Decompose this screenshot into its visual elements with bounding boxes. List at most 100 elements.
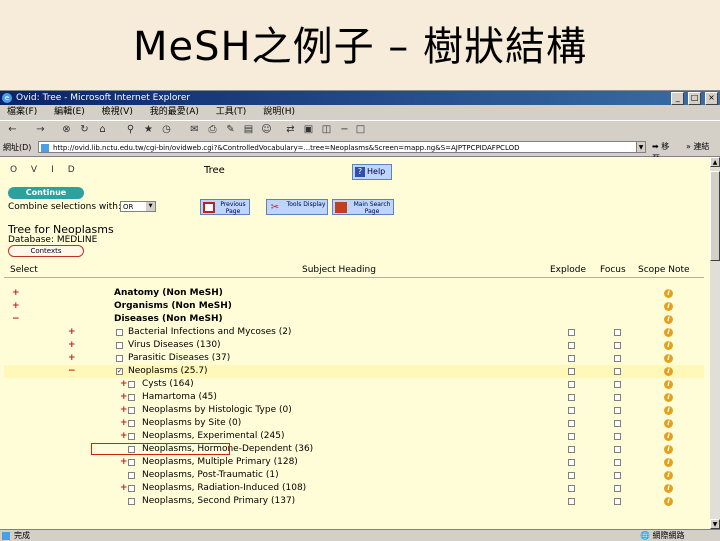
history-icon[interactable]: ◷ (160, 124, 173, 136)
stop-icon[interactable]: ⊗ (60, 124, 73, 136)
focus-checkbox[interactable] (614, 459, 621, 466)
edit-icon[interactable]: ✎ (224, 124, 237, 136)
select-checkbox[interactable] (128, 420, 135, 427)
tool-icon[interactable]: ◫ (320, 124, 333, 136)
print-icon[interactable]: ⎙ (206, 124, 219, 136)
go-button[interactable]: ➡ 移至 (652, 141, 676, 163)
scroll-down-icon[interactable]: ▼ (710, 519, 720, 529)
select-checkbox[interactable] (128, 394, 135, 401)
focus-checkbox[interactable] (614, 433, 621, 440)
explode-checkbox[interactable] (568, 394, 575, 401)
scope-note-info-icon[interactable]: i (664, 315, 673, 324)
subject-heading[interactable]: Anatomy (Non MeSH) (114, 287, 223, 300)
subject-heading[interactable]: Neoplasms, Post-Traumatic (1) (142, 469, 279, 482)
explode-checkbox[interactable] (568, 329, 575, 336)
select-checkbox[interactable] (128, 407, 135, 414)
select-checkbox[interactable] (128, 459, 135, 466)
scope-note-info-icon[interactable]: i (664, 302, 673, 311)
url-dropdown-icon[interactable]: ▼ (636, 141, 646, 153)
menu-favorites[interactable]: 我的最愛(A) (143, 105, 206, 120)
research-icon[interactable]: ⇄ (284, 124, 297, 136)
scope-note-info-icon[interactable]: i (664, 458, 673, 467)
explode-checkbox[interactable] (568, 498, 575, 505)
main-search-page-button[interactable]: Main Search Page (332, 199, 394, 215)
tools-display-button[interactable]: ✂ Tools Display (266, 199, 328, 215)
scope-note-info-icon[interactable]: i (664, 354, 673, 363)
messenger-icon[interactable]: ☺ (260, 124, 273, 136)
subject-heading[interactable]: Neoplasms, Experimental (245) (142, 430, 284, 443)
scope-note-info-icon[interactable]: i (664, 367, 673, 376)
scope-note-info-icon[interactable]: i (664, 432, 673, 441)
scope-note-info-icon[interactable]: i (664, 445, 673, 454)
expand-toggle[interactable]: − (12, 313, 22, 326)
focus-checkbox[interactable] (614, 498, 621, 505)
subject-heading[interactable]: Neoplasms, Multiple Primary (128) (142, 456, 298, 469)
subject-heading[interactable]: Virus Diseases (130) (128, 339, 221, 352)
explode-checkbox[interactable] (568, 433, 575, 440)
explode-checkbox[interactable] (568, 459, 575, 466)
expand-toggle[interactable]: + (12, 300, 22, 313)
previous-page-button[interactable]: Previous Page (200, 199, 250, 215)
scope-note-info-icon[interactable]: i (664, 406, 673, 415)
subject-heading[interactable]: Cysts (164) (142, 378, 194, 391)
focus-checkbox[interactable] (614, 485, 621, 492)
subject-heading[interactable]: Neoplasms by Histologic Type (0) (142, 404, 292, 417)
focus-checkbox[interactable] (614, 394, 621, 401)
help-button[interactable]: ? Help (352, 164, 392, 180)
links-button[interactable]: » 連結 (686, 141, 716, 153)
continue-button[interactable]: Continue (8, 187, 84, 199)
mail-icon[interactable]: ✉ (188, 124, 201, 136)
subject-heading[interactable]: Organisms (Non MeSH) (114, 300, 232, 313)
focus-checkbox[interactable] (614, 342, 621, 349)
minimize-button[interactable]: _ (671, 92, 685, 105)
subject-heading[interactable]: Neoplasms, Radiation-Induced (108) (142, 482, 306, 495)
focus-checkbox[interactable] (614, 420, 621, 427)
subject-heading[interactable]: Neoplasms by Site (0) (142, 417, 241, 430)
select-checkbox[interactable] (128, 446, 135, 453)
select-checkbox[interactable] (128, 485, 135, 492)
scroll-up-icon[interactable]: ▲ (710, 157, 720, 167)
discuss-icon[interactable]: ▤ (242, 124, 255, 136)
menu-tools[interactable]: 工具(T) (209, 105, 254, 120)
vertical-scrollbar[interactable]: ▲ ▼ (710, 157, 720, 529)
minus-icon[interactable]: − (338, 124, 351, 136)
explode-checkbox[interactable] (568, 342, 575, 349)
select-checkbox[interactable] (116, 355, 123, 362)
select-checkbox[interactable] (128, 498, 135, 505)
menu-edit[interactable]: 編輯(E) (47, 105, 92, 120)
explode-checkbox[interactable] (568, 485, 575, 492)
menu-help[interactable]: 說明(H) (256, 105, 302, 120)
close-button[interactable]: × (705, 92, 718, 105)
explode-checkbox[interactable] (568, 381, 575, 388)
scope-note-info-icon[interactable]: i (664, 393, 673, 402)
focus-checkbox[interactable] (614, 446, 621, 453)
expand-toggle[interactable]: − (68, 365, 78, 378)
menu-file[interactable]: 檔案(F) (0, 105, 44, 120)
explode-checkbox[interactable] (568, 368, 575, 375)
explode-checkbox[interactable] (568, 355, 575, 362)
explode-checkbox[interactable] (568, 407, 575, 414)
forward-arrow-icon[interactable]: → (34, 124, 47, 136)
back-arrow-icon[interactable]: ← (6, 124, 19, 136)
subject-heading[interactable]: Neoplasms, Hormone-Dependent (36) (142, 443, 313, 456)
favorites-icon[interactable]: ★ (142, 124, 155, 136)
search-icon[interactable]: ⚲ (124, 124, 137, 136)
select-checkbox[interactable] (116, 329, 123, 336)
select-checkbox[interactable] (128, 433, 135, 440)
expand-toggle[interactable]: + (68, 326, 78, 339)
square-icon[interactable]: □ (354, 124, 367, 136)
expand-toggle[interactable]: + (12, 287, 22, 300)
scroll-thumb[interactable] (710, 171, 720, 261)
focus-checkbox[interactable] (614, 407, 621, 414)
select-checkbox[interactable] (116, 342, 123, 349)
subject-heading[interactable]: Hamartoma (45) (142, 391, 217, 404)
explode-checkbox[interactable] (568, 472, 575, 479)
focus-checkbox[interactable] (614, 368, 621, 375)
subject-heading[interactable]: Parasitic Diseases (37) (128, 352, 230, 365)
select-checkbox[interactable] (128, 381, 135, 388)
subject-heading[interactable]: Neoplasms (25.7) (128, 365, 208, 378)
media-icon[interactable]: ▣ (302, 124, 315, 136)
scope-note-info-icon[interactable]: i (664, 471, 673, 480)
combine-select[interactable]: OR ▼ (120, 201, 156, 212)
expand-toggle[interactable]: + (68, 339, 78, 352)
